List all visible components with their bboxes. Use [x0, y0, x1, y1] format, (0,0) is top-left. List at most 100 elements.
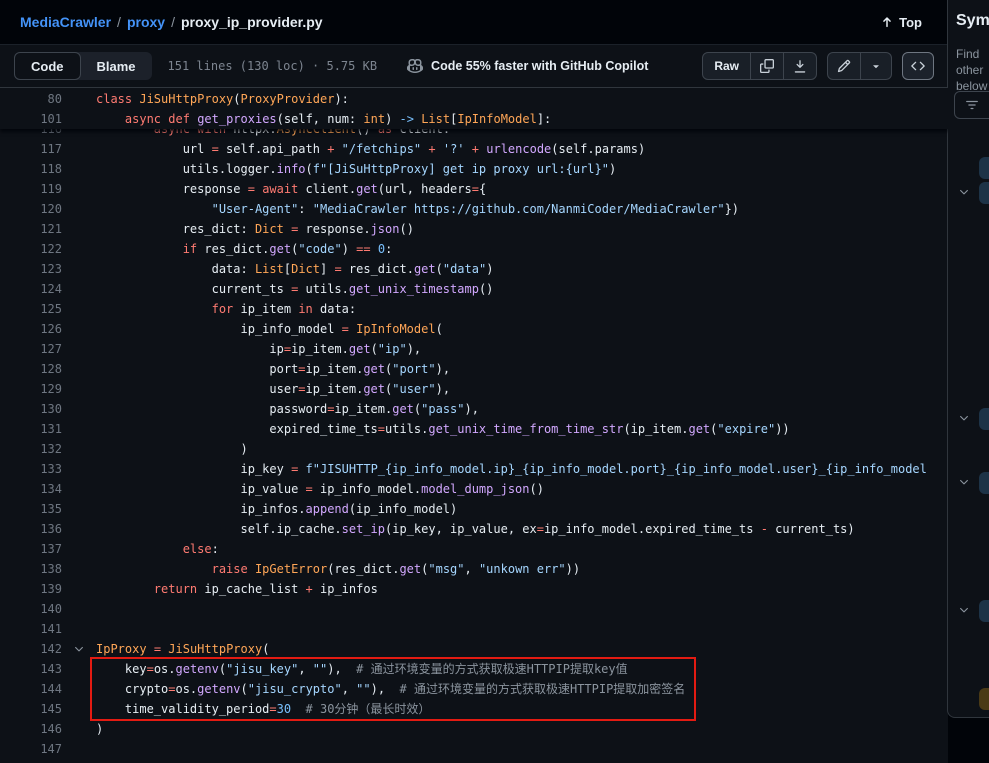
line-number[interactable]: 118 — [0, 159, 62, 179]
line-number[interactable]: 130 — [0, 399, 62, 419]
code-lines: 116 async with httpx.AsyncClient() as cl… — [0, 119, 948, 759]
code-line: 130 password=ip_item.get("pass"), — [0, 399, 948, 419]
code-text: url = self.api_path + "/fetchips" + '?' … — [96, 139, 645, 159]
code-line: 135 ip_infos.append(ip_info_model) — [0, 499, 948, 519]
code-line: 120 "User-Agent": "MediaCrawler https://… — [0, 199, 948, 219]
code-line: 138 raise IpGetError(res_dict.get("msg",… — [0, 559, 948, 579]
back-to-top-link[interactable]: Top — [880, 15, 922, 30]
line-number[interactable]: 121 — [0, 219, 62, 239]
fold-spacer — [62, 499, 96, 519]
symbols-panel-toggle-icon[interactable] — [902, 52, 934, 80]
line-number[interactable]: 126 — [0, 319, 62, 339]
line-number[interactable]: 123 — [0, 259, 62, 279]
line-number[interactable]: 141 — [0, 619, 62, 639]
code-text: time_validity_period=30 # 30分钟（最长时效） — [96, 699, 430, 719]
fold-spacer — [62, 359, 96, 379]
line-number[interactable]: 146 — [0, 719, 62, 739]
fold-spacer — [62, 439, 96, 459]
code-text: ) — [96, 719, 103, 739]
line-number[interactable]: 140 — [0, 599, 62, 619]
line-number[interactable]: 142 — [0, 639, 62, 659]
symbols-filter-button[interactable] — [954, 91, 989, 119]
copilot-banner[interactable]: Code 55% faster with GitHub Copilot — [407, 58, 648, 74]
fold-chevron-icon[interactable] — [62, 639, 96, 659]
symbol-chip[interactable] — [979, 408, 989, 430]
tab-blame[interactable]: Blame — [81, 52, 152, 80]
line-number[interactable]: 144 — [0, 679, 62, 699]
code-line: 125 for ip_item in data: — [0, 299, 948, 319]
fold-spacer — [62, 459, 96, 479]
chevron-down-icon[interactable] — [958, 412, 970, 424]
line-number[interactable]: 125 — [0, 299, 62, 319]
line-number[interactable]: 133 — [0, 459, 62, 479]
code-line: 143 key=os.getenv("jisu_key", ""), # 通过环… — [0, 659, 948, 679]
breadcrumb-folder[interactable]: proxy — [127, 14, 165, 30]
symbol-chip[interactable] — [979, 600, 989, 622]
fold-spacer — [62, 379, 96, 399]
line-number[interactable]: 120 — [0, 199, 62, 219]
fold-spacer — [62, 159, 96, 179]
line-number[interactable]: 122 — [0, 239, 62, 259]
raw-button[interactable]: Raw — [703, 53, 750, 79]
chevron-down-icon[interactable] — [958, 186, 970, 198]
file-header-bar: MediaCrawler / proxy / proxy_ip_provider… — [0, 0, 948, 44]
copilot-text: Code 55% faster with GitHub Copilot — [431, 59, 648, 73]
symbol-chip[interactable] — [979, 157, 989, 179]
line-number[interactable]: 139 — [0, 579, 62, 599]
code-line: 142 IpProxy = JiSuHttpProxy( — [0, 639, 948, 659]
symbol-chip[interactable] — [979, 688, 989, 710]
code-text: ip_value = ip_info_model.model_dump_json… — [96, 479, 544, 499]
line-number[interactable]: 137 — [0, 539, 62, 559]
code-line: 101 async def get_proxies(self, num: int… — [0, 109, 948, 129]
symbol-chip[interactable] — [979, 182, 989, 204]
code-line: 144 crypto=os.getenv("jisu_crypto", ""),… — [0, 679, 948, 699]
code-line: 145 time_validity_period=30 # 30分钟（最长时效） — [0, 699, 948, 719]
fold-spacer — [62, 399, 96, 419]
fold-spacer — [62, 109, 96, 129]
code-line: 123 data: List[Dict] = res_dict.get("dat… — [0, 259, 948, 279]
code-text: user=ip_item.get("user"), — [96, 379, 450, 399]
line-number[interactable]: 136 — [0, 519, 62, 539]
breadcrumb-separator: / — [171, 14, 175, 30]
line-number[interactable]: 145 — [0, 699, 62, 719]
download-icon[interactable] — [783, 53, 816, 79]
line-number[interactable]: 127 — [0, 339, 62, 359]
symbols-panel: Sym Find other below — [947, 0, 989, 718]
line-number[interactable]: 135 — [0, 499, 62, 519]
symbol-chip[interactable] — [979, 472, 989, 494]
tab-code[interactable]: Code — [14, 52, 81, 80]
line-number[interactable]: 80 — [0, 89, 62, 109]
chevron-down-icon[interactable] — [958, 476, 970, 488]
code-text: port=ip_item.get("port"), — [96, 359, 450, 379]
line-number[interactable]: 131 — [0, 419, 62, 439]
line-number[interactable]: 132 — [0, 439, 62, 459]
symbols-panel-title: Sym — [956, 12, 989, 30]
breadcrumb-repo[interactable]: MediaCrawler — [20, 14, 111, 30]
code-text: IpProxy = JiSuHttpProxy( — [96, 639, 269, 659]
code-line: 118 utils.logger.info(f"[JiSuHttpProxy] … — [0, 159, 948, 179]
line-number[interactable]: 101 — [0, 109, 62, 129]
code-line: 139 return ip_cache_list + ip_infos — [0, 579, 948, 599]
line-number[interactable]: 138 — [0, 559, 62, 579]
github-code-view: MediaCrawler / proxy / proxy_ip_provider… — [0, 0, 989, 763]
line-number[interactable]: 119 — [0, 179, 62, 199]
line-number[interactable]: 128 — [0, 359, 62, 379]
copy-icon[interactable] — [750, 53, 783, 79]
line-number[interactable]: 143 — [0, 659, 62, 679]
code-text: return ip_cache_list + ip_infos — [96, 579, 378, 599]
breadcrumb: MediaCrawler / proxy / proxy_ip_provider… — [20, 14, 323, 30]
code-text: async def get_proxies(self, num: int) ->… — [96, 109, 551, 129]
chevron-down-icon[interactable] — [958, 604, 970, 616]
edit-dropdown-caret-icon[interactable] — [860, 53, 891, 79]
code-line: 127 ip=ip_item.get("ip"), — [0, 339, 948, 359]
line-number[interactable]: 117 — [0, 139, 62, 159]
raw-copy-download-group: Raw — [702, 52, 817, 80]
code-text: crypto=os.getenv("jisu_crypto", ""), # 通… — [96, 679, 685, 699]
line-number[interactable]: 147 — [0, 739, 62, 759]
line-number[interactable]: 134 — [0, 479, 62, 499]
line-number[interactable]: 129 — [0, 379, 62, 399]
edit-pencil-icon[interactable] — [828, 53, 860, 79]
fold-spacer — [62, 139, 96, 159]
line-number[interactable]: 124 — [0, 279, 62, 299]
symbols-panel-description: Find other below — [956, 46, 987, 94]
